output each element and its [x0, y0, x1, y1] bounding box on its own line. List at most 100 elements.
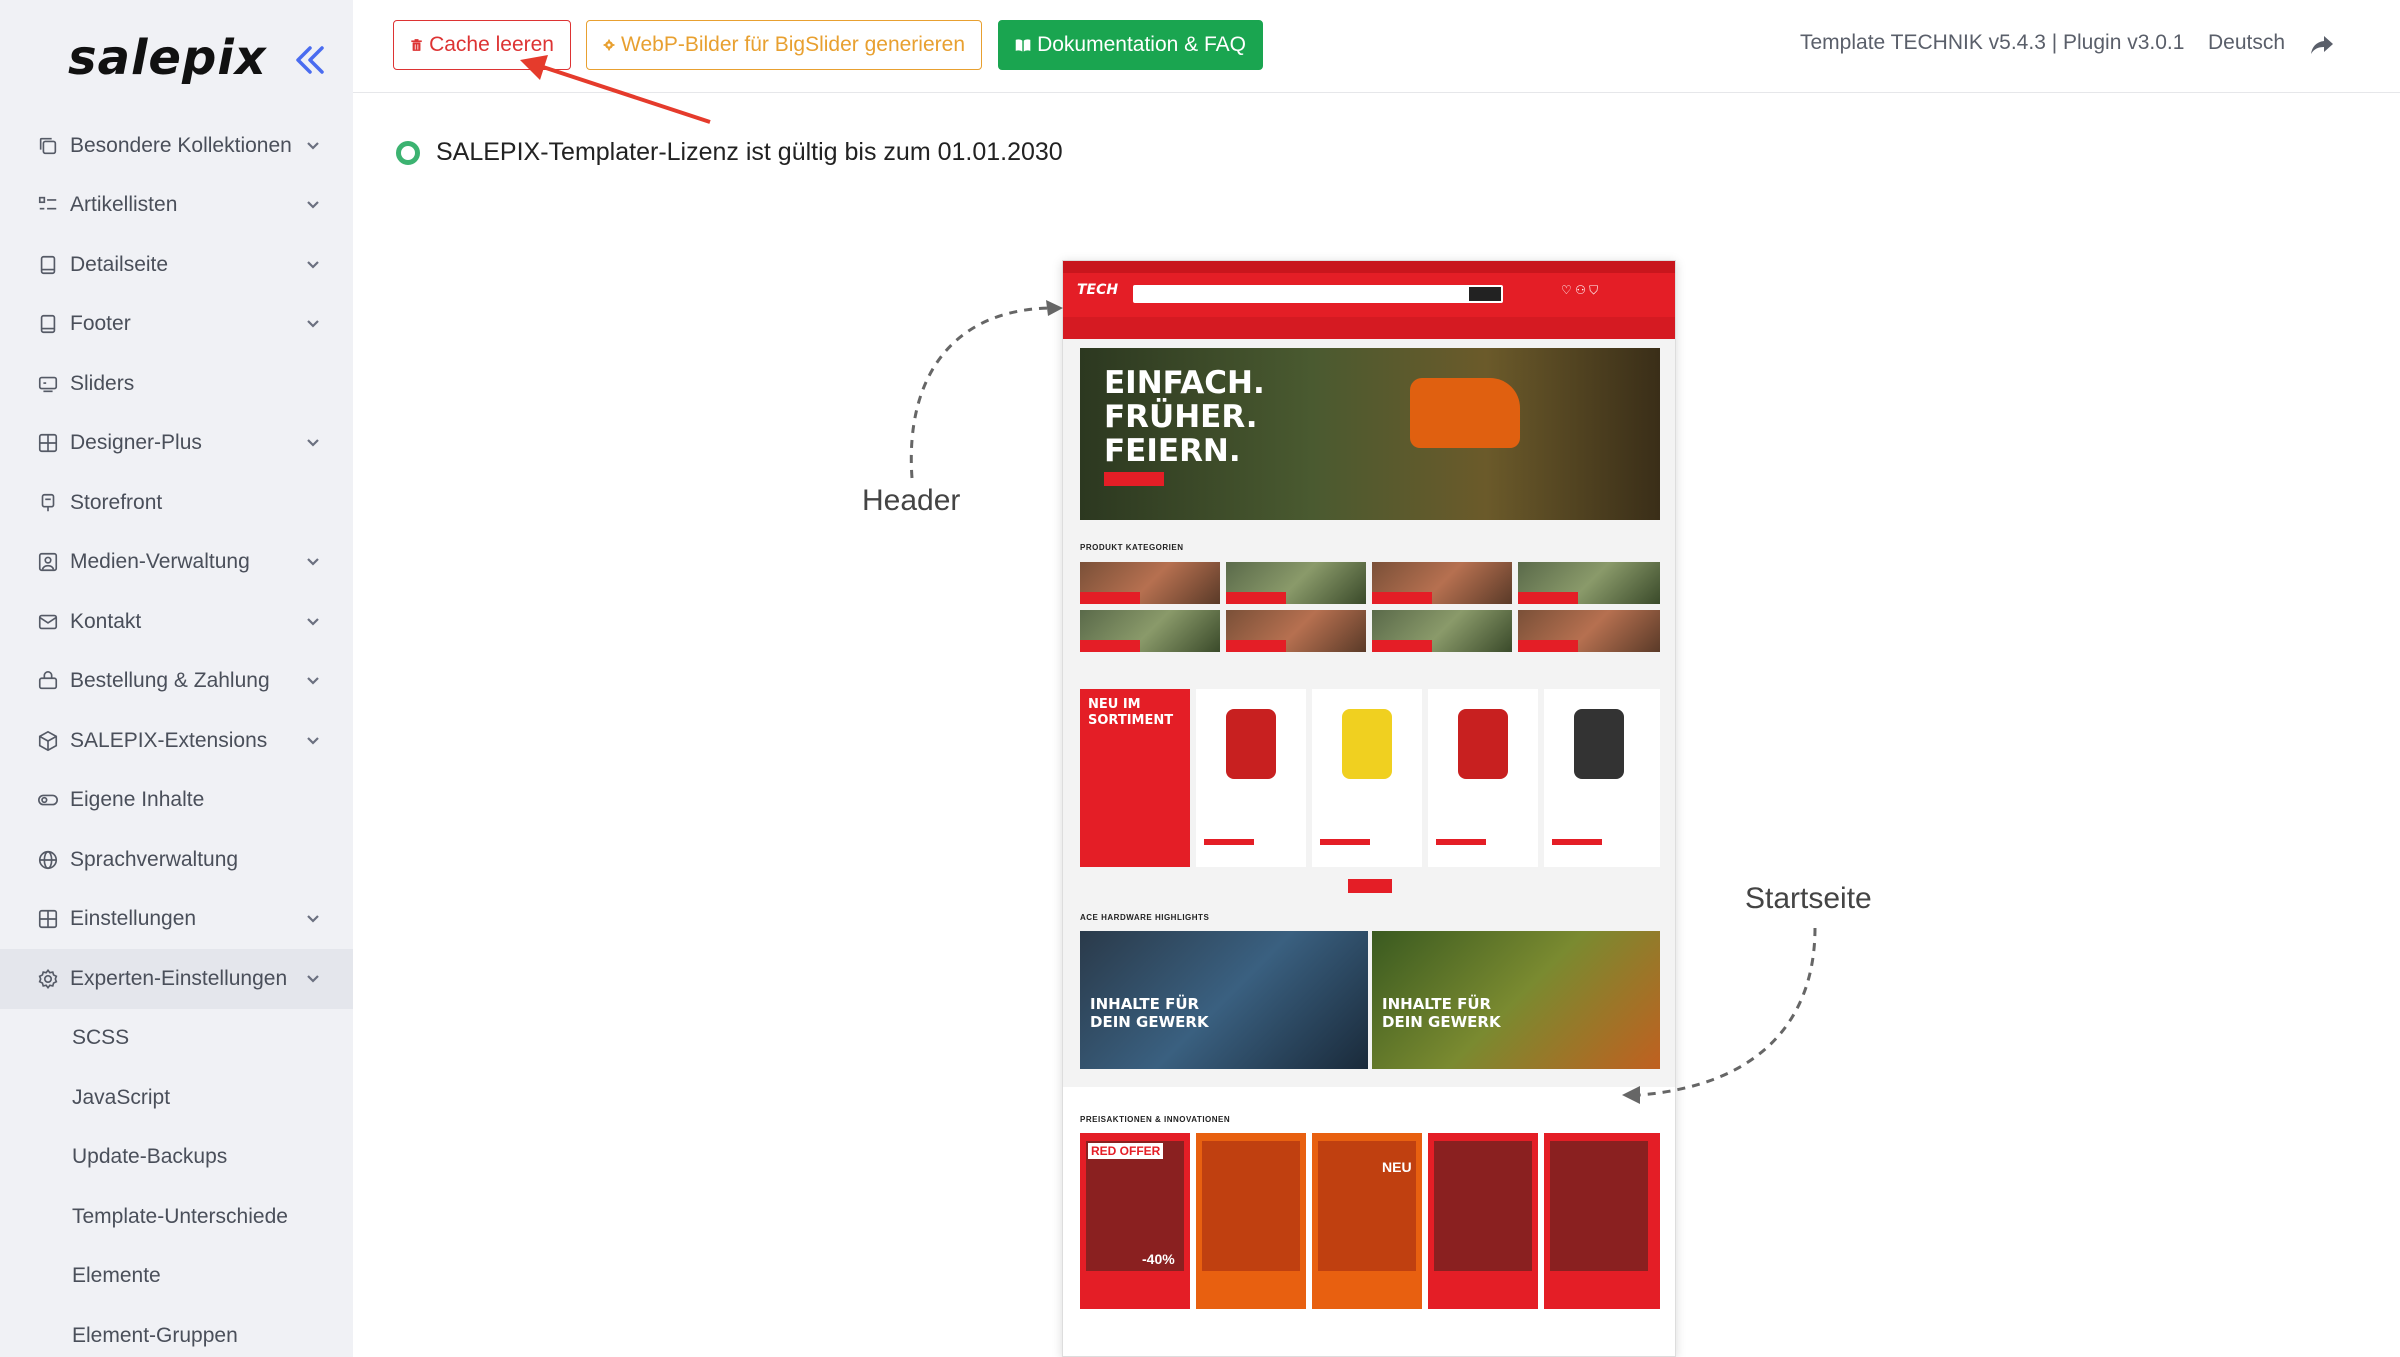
sidebar-item-sprachverwaltung[interactable]: Sprachverwaltung — [0, 830, 353, 890]
preview-banner-title: INHALTE FÜR DEIN GEWERK — [1090, 995, 1209, 1031]
preview-banner-line1: INHALTE FÜR — [1382, 995, 1492, 1013]
header-dashed-arrow — [909, 306, 1051, 479]
sidebar-subitem-element-gruppen[interactable]: Element-Gruppen — [0, 1306, 353, 1357]
preview-new-in-title: NEU IM SORTIMENT — [1088, 697, 1173, 729]
license-text: SALEPIX-Templater-Lizenz ist gültig bis … — [436, 138, 1063, 166]
preview-hero-line2: FRÜHER. — [1104, 399, 1258, 435]
sidebar-item-label: Storefront — [70, 490, 163, 514]
preview-offer-card: NEU — [1312, 1133, 1422, 1309]
preview-logo: TECH — [1077, 282, 1119, 298]
salepix-logo: salepix — [68, 30, 267, 86]
cache-leeren-button[interactable]: Cache leeren — [393, 20, 571, 70]
chevron-down-icon — [306, 734, 320, 748]
sidebar-item-bestellung-zahlung[interactable]: Bestellung & Zahlung — [0, 652, 353, 712]
sidebar-subitem-elemente[interactable]: Elemente — [0, 1247, 353, 1307]
preview-new-in-line2: SORTIMENT — [1088, 713, 1174, 728]
sidebar-item-artikellisten[interactable]: Artikellisten — [0, 176, 353, 236]
sidebar-item-label: Bestellung & Zahlung — [70, 669, 270, 693]
preview-offer-badge: RED OFFER — [1088, 1143, 1164, 1159]
sidebar-item-label: Sliders — [70, 371, 135, 395]
globe-icon — [36, 848, 60, 872]
preview-hero-line1: EINFACH. — [1104, 365, 1265, 401]
box-icon — [36, 729, 60, 753]
preview-product-card — [1544, 689, 1660, 867]
preview-section-categories: PRODUKT KATEGORIEN — [1080, 543, 1184, 552]
preview-search-button — [1469, 287, 1501, 301]
preview-offer-card — [1196, 1133, 1306, 1309]
preview-search — [1133, 285, 1503, 303]
sidebar-subitem-template-unterschiede[interactable]: Template-Unterschiede — [0, 1187, 353, 1247]
storefront-preview-image: TECH ♡ ⚇ ⛉ EINFACH. FRÜHER. FEIERN. PROD… — [1062, 260, 1676, 1357]
preview-nav — [1063, 317, 1675, 339]
preview-product-card — [1196, 689, 1306, 867]
preview-all-button — [1348, 879, 1392, 893]
sidebar-item-eigene-inhalte[interactable]: Eigene Inhalte — [0, 771, 353, 831]
chevron-down-icon — [306, 674, 320, 688]
preview-category-tile — [1372, 562, 1512, 604]
sidebar-item-label: Besondere Kollektionen — [70, 133, 292, 157]
sidebar-subitem-update-backups[interactable]: Update-Backups — [0, 1128, 353, 1188]
sidebar-item-label: Detailseite — [70, 252, 169, 276]
sidebar: salepix Besondere Kollektionen Artikelli… — [0, 0, 353, 1357]
trash-icon — [411, 39, 422, 51]
sidebar-nav: Besondere Kollektionen Artikellisten Det… — [0, 116, 353, 1357]
cache-leeren-label: Cache leeren — [429, 33, 554, 56]
preview-hero: EINFACH. FRÜHER. FEIERN. — [1080, 348, 1660, 520]
license-status: SALEPIX-Templater-Lizenz ist gültig bis … — [396, 138, 1063, 167]
sidebar-item-footer[interactable]: Footer — [0, 295, 353, 355]
footer-icon — [36, 312, 60, 336]
preview-hero-button — [1104, 472, 1164, 486]
sidebar-item-label: Eigene Inhalte — [70, 788, 205, 812]
chevron-down-icon — [306, 258, 320, 272]
preview-category-tile — [1372, 610, 1512, 652]
sidebar-subitem-scss[interactable]: SCSS — [0, 1009, 353, 1069]
sidebar-item-besondere-kollektionen[interactable]: Besondere Kollektionen — [0, 116, 353, 176]
sidebar-item-label: Designer-Plus — [70, 431, 202, 455]
sidebar-item-label: Artikellisten — [70, 193, 178, 217]
sidebar-item-designer-plus[interactable]: Designer-Plus — [0, 414, 353, 474]
language-selector[interactable]: Deutsch — [2208, 31, 2285, 55]
chevron-down-icon — [306, 436, 320, 450]
storefront-icon — [36, 491, 60, 515]
preview-banner-title: INHALTE FÜR DEIN GEWERK — [1382, 995, 1501, 1031]
sidebar-item-kontakt[interactable]: Kontakt — [0, 592, 353, 652]
sidebar-item-sliders[interactable]: Sliders — [0, 354, 353, 414]
documentation-faq-button[interactable]: Dokumentation & FAQ — [998, 20, 1263, 70]
preview-offer-discount: -40% — [1142, 1251, 1175, 1267]
preview-header-icons: ♡ ⚇ ⛉ — [1561, 283, 1599, 297]
sidebar-item-storefront[interactable]: Storefront — [0, 473, 353, 533]
sidebar-item-experten-einstellungen[interactable]: Experten-Einstellungen — [0, 949, 353, 1009]
preview-banner: INHALTE FÜR DEIN GEWERK — [1080, 931, 1368, 1069]
preview-hero-title: EINFACH. FRÜHER. FEIERN. — [1104, 366, 1265, 468]
sidebar-item-salepix-extensions[interactable]: SALEPIX-Extensions — [0, 711, 353, 771]
annotation-startseite-label: Startseite — [1745, 882, 1872, 915]
annotation-header-label: Header — [862, 484, 961, 517]
sidebar-item-medien-verwaltung[interactable]: Medien-Verwaltung — [0, 533, 353, 593]
webp-generate-label: WebP-Bilder für BigSlider generieren — [621, 33, 965, 56]
grid-icon — [36, 431, 60, 455]
preview-banner-line1: INHALTE FÜR — [1090, 995, 1200, 1013]
preview-product-card — [1428, 689, 1538, 867]
sidebar-item-einstellungen[interactable]: Einstellungen — [0, 890, 353, 950]
chevron-down-icon — [306, 198, 320, 212]
list-icon — [36, 193, 60, 217]
sidebar-subitem-javascript[interactable]: JavaScript — [0, 1068, 353, 1128]
preview-category-tile — [1080, 610, 1220, 652]
preview-category-tile — [1518, 610, 1660, 652]
preview-hero-chainsaw — [1410, 378, 1520, 448]
header-arrowhead — [1046, 300, 1063, 316]
slider-icon — [36, 372, 60, 396]
collections-icon — [36, 134, 60, 158]
documentation-faq-label: Dokumentation & FAQ — [1037, 33, 1246, 56]
preview-category-tile — [1080, 562, 1220, 604]
preview-section-highlights: ACE HARDWARE HIGHLIGHTS — [1080, 913, 1210, 922]
collapse-sidebar-icon[interactable] — [290, 40, 330, 80]
version-info: Template TECHNIK v5.4.3 | Plugin v3.0.1 — [1800, 31, 2185, 54]
sidebar-item-detailseite[interactable]: Detailseite — [0, 235, 353, 295]
share-icon[interactable] — [2309, 32, 2335, 58]
gear-icon — [603, 39, 615, 51]
preview-hero-line3: FEIERN. — [1104, 433, 1241, 469]
preview-category-tile — [1226, 562, 1366, 604]
toggle-icon — [36, 788, 60, 812]
webp-generate-button[interactable]: WebP-Bilder für BigSlider generieren — [586, 20, 982, 70]
